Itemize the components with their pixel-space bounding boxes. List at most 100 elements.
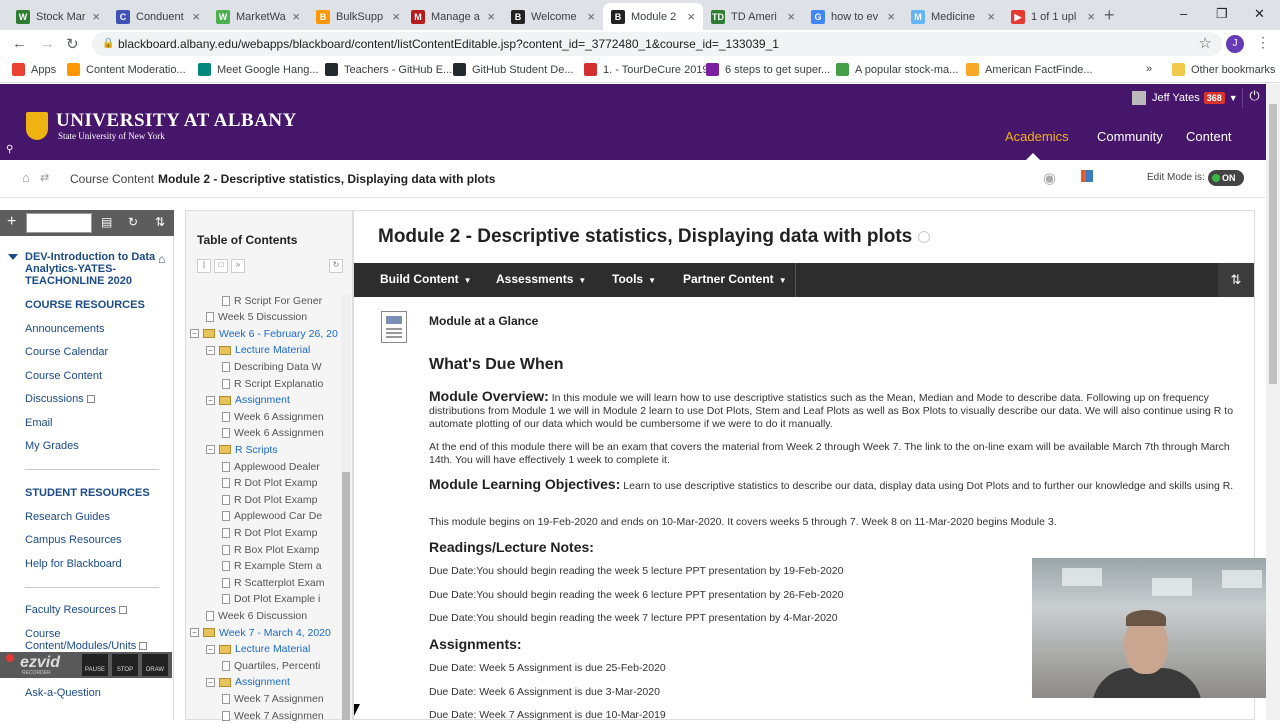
close-window-button[interactable]: ✕ xyxy=(1254,6,1265,22)
bookmark-star-icon[interactable]: ☆ xyxy=(1199,32,1212,56)
menu-item-course-content-modules[interactable]: Course Content/Modules/Units xyxy=(25,628,155,652)
browser-tab[interactable]: TD TD Ameri × xyxy=(703,3,803,30)
course-switch-icon[interactable]: ⇄ xyxy=(40,171,49,184)
stop-button[interactable]: STOP xyxy=(112,654,138,676)
partner-content-button[interactable]: Partner Content ▼ xyxy=(683,272,787,286)
pause-button[interactable]: PAUSE xyxy=(82,654,108,676)
collapse-arrow-icon[interactable] xyxy=(8,254,18,260)
close-tab-icon[interactable]: × xyxy=(987,9,995,24)
browser-tab[interactable]: M Medicine × xyxy=(903,3,1003,30)
toc-list-icon[interactable]: □ xyxy=(214,259,228,273)
menu-item-discussions[interactable]: Discussions xyxy=(25,393,95,405)
menu-item-course-calendar[interactable]: Course Calendar xyxy=(25,346,108,358)
help-book-icon[interactable] xyxy=(1081,170,1093,182)
breadcrumb-course-content[interactable]: Course Content xyxy=(70,172,154,186)
toc-item[interactable]: Week 5 Discussion xyxy=(206,310,346,325)
browser-tab[interactable]: B Module 2 × xyxy=(603,3,703,30)
link-icon[interactable]: ⚲ xyxy=(6,144,13,155)
build-content-button[interactable]: Build Content ▼ xyxy=(380,272,472,286)
toc-collapse-icon[interactable]: | xyxy=(197,259,211,273)
toc-item[interactable]: Week 6 Discussion xyxy=(206,608,346,623)
toc-folder[interactable]: − Lecture Material xyxy=(206,343,346,358)
edit-mode-toggle[interactable]: ON xyxy=(1208,170,1244,186)
browser-tab[interactable]: W Stock Mar × xyxy=(8,3,108,30)
toc-item[interactable]: Quartiles, Percenti xyxy=(222,658,346,673)
user-menu[interactable]: Jeff Yates 368 ▼ xyxy=(1132,88,1238,108)
browser-tab[interactable]: ▶ 1 of 1 upl × xyxy=(1003,3,1103,30)
tab-community[interactable]: Community xyxy=(1097,129,1163,144)
url-input[interactable]: 🔒 blackboard.albany.edu/webapps/blackboa… xyxy=(92,32,1222,56)
toc-item[interactable]: R Dot Plot Examp xyxy=(222,492,346,507)
menu-view-select[interactable] xyxy=(26,213,92,233)
toc-item[interactable]: Week 7 Assignmen xyxy=(222,691,346,706)
toc-folder[interactable]: − R Scripts xyxy=(206,442,346,457)
menu-item-help-blackboard[interactable]: Help for Blackboard xyxy=(25,558,122,570)
page-scrollbar-thumb[interactable] xyxy=(1269,104,1277,384)
forward-arrow-icon[interactable]: → xyxy=(40,35,55,52)
browser-tab[interactable]: W MarketWa × xyxy=(208,3,308,30)
bookmark-item[interactable]: A popular stock-ma... xyxy=(836,63,958,76)
back-arrow-icon[interactable]: ← xyxy=(12,35,27,52)
close-tab-icon[interactable]: × xyxy=(587,9,595,24)
toc-scrollbar-thumb[interactable] xyxy=(342,472,350,720)
refresh-icon[interactable]: ↻ xyxy=(128,215,138,229)
menu-item-email[interactable]: Email xyxy=(25,417,53,429)
toc-item[interactable]: Applewood Dealer xyxy=(222,459,346,474)
toc-item[interactable]: Week 6 Assignmen xyxy=(222,426,346,441)
collapse-toggle-icon[interactable]: − xyxy=(190,329,199,339)
tab-academics[interactable]: Academics xyxy=(1005,129,1069,144)
toc-expand-icon[interactable]: » xyxy=(231,259,245,273)
content-item-title[interactable]: Module at a Glance xyxy=(429,314,1239,328)
toc-item[interactable]: R Dot Plot Examp xyxy=(222,525,346,540)
bookmark-item[interactable]: Meet Google Hang... xyxy=(198,63,319,76)
collapse-toggle-icon[interactable]: − xyxy=(206,445,215,455)
browser-tab[interactable]: B BulkSupp × xyxy=(308,3,408,30)
browser-tab[interactable]: B Welcome × xyxy=(503,3,603,30)
toc-item[interactable]: Week 7 Assignmen xyxy=(222,708,346,723)
close-tab-icon[interactable]: × xyxy=(487,9,495,24)
collapse-toggle-icon[interactable]: − xyxy=(206,644,215,654)
toc-refresh-icon[interactable]: ↻ xyxy=(329,259,343,273)
home-icon[interactable]: ⌂ xyxy=(158,252,170,266)
maximize-button[interactable]: ❐ xyxy=(1216,6,1228,22)
menu-item-campus-resources[interactable]: Campus Resources xyxy=(25,534,122,546)
reload-icon[interactable]: ↻ xyxy=(66,35,79,53)
tab-content[interactable]: Content xyxy=(1186,129,1232,144)
collapse-toggle-icon[interactable]: − xyxy=(206,395,215,405)
close-tab-icon[interactable]: × xyxy=(192,9,200,24)
menu-item-research-guides[interactable]: Research Guides xyxy=(25,511,110,523)
toc-folder[interactable]: − Week 6 - February 26, 20 xyxy=(190,326,346,341)
collapse-toggle-icon[interactable]: − xyxy=(190,628,199,637)
close-tab-icon[interactable]: × xyxy=(1087,9,1095,24)
menu-item-my-grades[interactable]: My Grades xyxy=(25,440,79,452)
toc-item[interactable]: Describing Data W xyxy=(222,359,346,374)
tools-button[interactable]: Tools ▼ xyxy=(612,272,656,286)
close-tab-icon[interactable]: × xyxy=(687,9,695,24)
close-tab-icon[interactable]: × xyxy=(292,9,300,24)
home-icon[interactable]: ⌂ xyxy=(22,170,30,185)
assessments-button[interactable]: Assessments ▼ xyxy=(496,272,586,286)
other-bookmarks[interactable]: Other bookmarks xyxy=(1172,63,1275,76)
toc-item[interactable]: R Box Plot Examp xyxy=(222,542,346,557)
sort-icon[interactable]: ⇅ xyxy=(155,215,165,229)
bookmark-item[interactable]: Apps xyxy=(12,63,56,76)
close-tab-icon[interactable]: × xyxy=(392,9,400,24)
toc-item[interactable]: R Dot Plot Examp xyxy=(222,476,346,491)
collapse-toggle-icon[interactable]: − xyxy=(206,677,215,687)
toc-item[interactable]: Applewood Car De xyxy=(222,509,346,524)
toc-folder[interactable]: − Lecture Material xyxy=(206,642,346,657)
page-scrollbar[interactable] xyxy=(1266,84,1280,720)
browser-tab[interactable]: M Manage a × xyxy=(403,3,503,30)
folder-view-icon[interactable]: ▤ xyxy=(101,215,112,229)
profile-avatar[interactable]: J xyxy=(1226,35,1244,53)
toc-folder[interactable]: − Assignment xyxy=(206,675,346,690)
minimize-button[interactable]: – xyxy=(1180,6,1187,21)
toc-folder[interactable]: − Assignment xyxy=(206,393,346,408)
toc-item[interactable]: R Script For Gener xyxy=(222,293,346,308)
draw-button[interactable]: DRAW xyxy=(142,654,168,676)
menu-item-ask-question[interactable]: Ask-a-Question xyxy=(25,687,101,699)
course-name[interactable]: DEV-Introduction to Data Analytics-YATES… xyxy=(25,251,160,287)
toc-item[interactable]: Dot Plot Example i xyxy=(222,592,346,607)
toc-item[interactable]: Week 6 Assignmen xyxy=(222,409,346,424)
menu-item-announcements[interactable]: Announcements xyxy=(25,323,105,335)
